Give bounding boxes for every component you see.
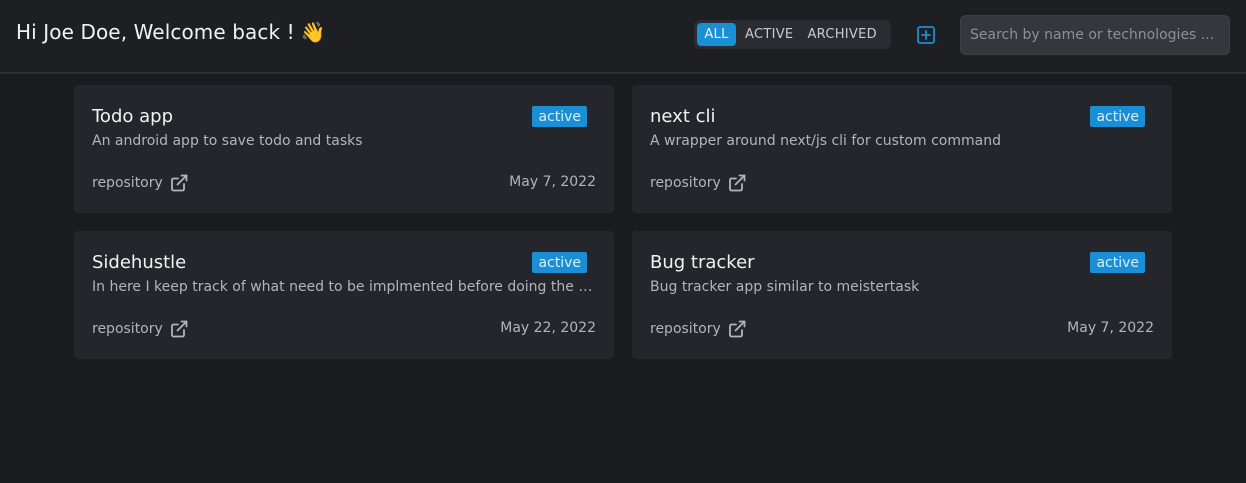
external-link-icon [728, 320, 746, 338]
status-badge: active [1090, 252, 1145, 273]
status-badge: active [1090, 106, 1145, 127]
project-title: Todo app [92, 106, 173, 127]
project-title: Bug tracker [650, 252, 755, 273]
repository-link[interactable]: repository [92, 319, 189, 339]
repository-label: repository [92, 175, 163, 191]
project-title: Sidehustle [92, 252, 187, 273]
project-title: next cli [650, 106, 716, 127]
project-card-next-cli[interactable]: next cli active A wrapper around next/js… [632, 85, 1172, 213]
repository-label: repository [650, 175, 721, 191]
project-date: May 7, 2022 [1067, 320, 1154, 336]
filter-archived-button[interactable]: ARCHIVED [801, 23, 882, 46]
search-input[interactable] [960, 15, 1230, 55]
filter-all-button[interactable]: ALL [697, 23, 736, 46]
project-description: In here I keep track of what need to be … [92, 279, 596, 295]
external-link-icon [170, 320, 188, 338]
wave-emoji: 👋 [300, 20, 326, 44]
project-date: May 7, 2022 [509, 174, 596, 190]
external-link-icon [728, 174, 746, 192]
project-description: An android app to save todo and tasks [92, 133, 363, 149]
repository-label: repository [650, 321, 721, 337]
project-card-bug-tracker[interactable]: Bug tracker active Bug tracker app simil… [632, 231, 1172, 359]
greeting-text: Hi Joe Doe, Welcome back ! [16, 20, 295, 44]
project-card-sidehustle[interactable]: Sidehustle active In here I keep track o… [74, 231, 614, 359]
top-bar: Hi Joe Doe, Welcome back ! 👋 ALL ACTIVE A… [0, 0, 1246, 74]
greeting: Hi Joe Doe, Welcome back ! 👋 [16, 20, 326, 44]
project-description: A wrapper around next/js cli for custom … [650, 133, 1001, 149]
add-project-button[interactable] [916, 25, 936, 45]
plus-square-icon [917, 26, 935, 44]
project-card-todo-app[interactable]: Todo app active An android app to save t… [74, 85, 614, 213]
repository-label: repository [92, 321, 163, 337]
repository-link[interactable]: repository [650, 173, 747, 193]
status-badge: active [532, 252, 587, 273]
project-date: May 22, 2022 [500, 320, 596, 336]
filter-active-button[interactable]: ACTIVE [739, 23, 799, 46]
repository-link[interactable]: repository [92, 173, 189, 193]
status-badge: active [532, 106, 587, 127]
repository-link[interactable]: repository [650, 319, 747, 339]
status-filter: ALL ACTIVE ARCHIVED [694, 20, 891, 49]
external-link-icon [170, 174, 188, 192]
project-description: Bug tracker app similar to meistertask [650, 279, 920, 295]
